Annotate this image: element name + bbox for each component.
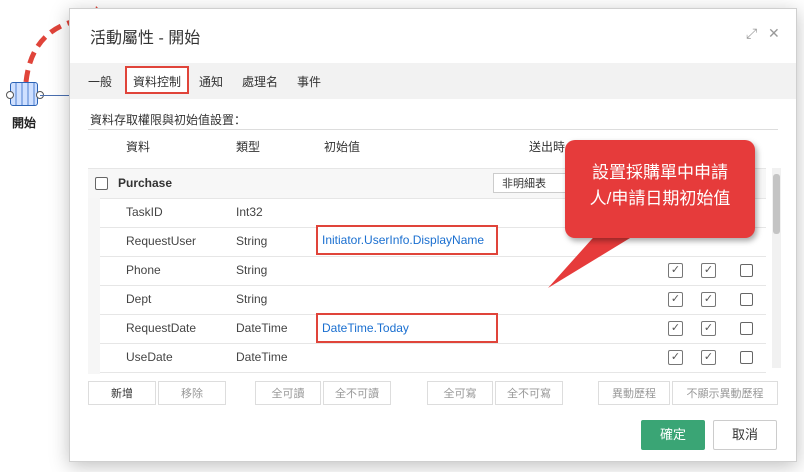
tab-general[interactable]: 一般 xyxy=(88,73,112,90)
scroll-thumb[interactable] xyxy=(773,174,780,234)
section-label: 資料存取權限與初始值設置： xyxy=(90,113,247,127)
field-type: DateTime xyxy=(236,321,288,335)
change-history-button[interactable]: 異動歷程 xyxy=(598,381,670,405)
table-row[interactable]: Dept String ✓ ✓ xyxy=(88,285,766,315)
init-value-highlight[interactable]: Initiator.UserInfo.DisplayName xyxy=(316,225,498,255)
hide-history-button[interactable]: 不顯示異動歷程 xyxy=(672,381,778,405)
field-type: String xyxy=(236,263,268,277)
group-name: Purchase xyxy=(118,176,173,190)
read-checkbox[interactable]: ✓ xyxy=(668,321,683,336)
field-name: UseDate xyxy=(126,350,173,364)
table-row[interactable]: Phone String ✓ ✓ xyxy=(88,256,766,286)
init-value: DateTime.Today xyxy=(322,321,409,335)
init-value-highlight[interactable]: DateTime.Today xyxy=(316,313,498,343)
start-node-label: 開始 xyxy=(12,116,37,130)
field-name: TaskID xyxy=(126,205,163,219)
tab-notify[interactable]: 通知 xyxy=(199,73,223,90)
change-checkbox[interactable] xyxy=(740,351,753,364)
node-port-left[interactable] xyxy=(6,91,14,99)
read-checkbox[interactable]: ✓ xyxy=(668,350,683,365)
write-checkbox[interactable]: ✓ xyxy=(701,321,716,336)
write-checkbox[interactable]: ✓ xyxy=(701,263,716,278)
field-name: Phone xyxy=(126,263,161,277)
cancel-button[interactable]: 取消 xyxy=(713,420,777,450)
tab-handler-name[interactable]: 處理名 xyxy=(242,73,278,90)
change-checkbox[interactable] xyxy=(740,293,753,306)
add-button[interactable]: 新增 xyxy=(88,381,156,405)
tab-data-control[interactable]: 資料控制 xyxy=(133,73,181,90)
col-init: 初始值 xyxy=(324,140,361,154)
dialog-title: 活動屬性 - 開始 xyxy=(90,30,201,47)
remove-button[interactable]: 移除 xyxy=(158,381,226,405)
col-data: 資料 xyxy=(126,140,151,154)
field-type: DateTime xyxy=(236,350,288,364)
field-name: RequestDate xyxy=(126,321,197,335)
change-checkbox[interactable] xyxy=(740,322,753,335)
tab-events[interactable]: 事件 xyxy=(297,73,321,90)
all-writable-button[interactable]: 全可寫 xyxy=(427,381,493,405)
callout-text: 設置採購單中申請 人/申請日期初始值 xyxy=(589,163,731,208)
ok-button[interactable]: 確定 xyxy=(641,420,705,450)
col-on-submit: 送出時 xyxy=(529,140,566,154)
maximize-icon[interactable]: ⤢ xyxy=(746,25,757,42)
read-checkbox[interactable]: ✓ xyxy=(668,263,683,278)
group-checkbox[interactable] xyxy=(95,177,108,190)
all-readable-button[interactable]: 全可讀 xyxy=(255,381,321,405)
read-checkbox[interactable]: ✓ xyxy=(668,292,683,307)
table-row[interactable]: RequestDate DateTime DateTime.Today ✓ ✓ xyxy=(88,313,766,344)
tab-bar: 一般 資料控制 通知 處理名 事件 xyxy=(70,63,796,99)
close-icon[interactable]: ✕ xyxy=(768,25,780,42)
all-unwritable-button[interactable]: 全不可寫 xyxy=(495,381,563,405)
table-row[interactable]: UseDate DateTime ✓ ✓ xyxy=(88,343,766,373)
all-unreadable-button[interactable]: 全不可讀 xyxy=(323,381,391,405)
write-checkbox[interactable]: ✓ xyxy=(701,292,716,307)
start-node-icon xyxy=(10,82,38,106)
grid-scrollbar[interactable] xyxy=(772,168,781,368)
field-name: RequestUser xyxy=(126,234,197,248)
dialog-header: 活動屬性 - 開始 ⤢ ✕ xyxy=(70,9,796,59)
init-value: Initiator.UserInfo.DisplayName xyxy=(322,233,485,247)
start-node[interactable] xyxy=(6,82,44,108)
table-row[interactable]: P Strin xyxy=(88,372,766,374)
col-type: 類型 xyxy=(236,140,261,154)
annotation-callout: 設置採購單中申請 人/申請日期初始值 xyxy=(565,140,755,238)
change-checkbox[interactable] xyxy=(740,264,753,277)
field-type: String xyxy=(236,292,268,306)
field-type: String xyxy=(236,234,268,248)
field-type: Int32 xyxy=(236,205,263,219)
field-name: Dept xyxy=(126,292,152,306)
write-checkbox[interactable]: ✓ xyxy=(701,350,716,365)
connector-line xyxy=(40,95,72,96)
